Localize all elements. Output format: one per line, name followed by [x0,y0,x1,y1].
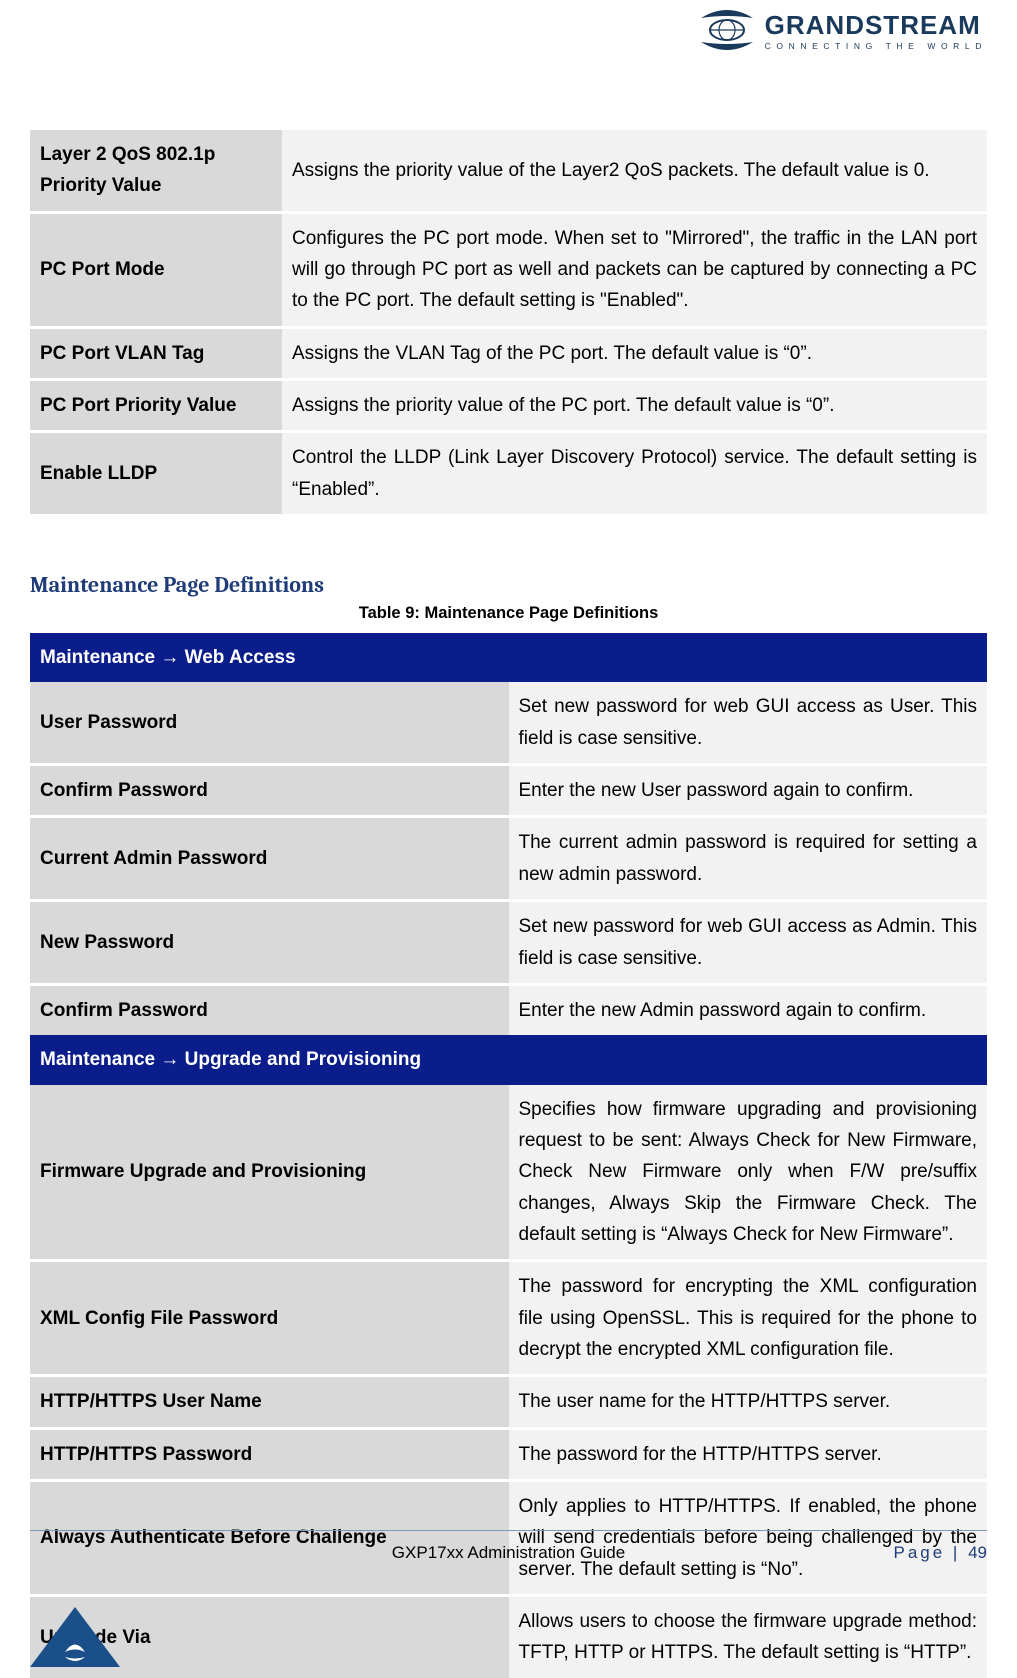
row-key: Layer 2 QoS 802.1p Priority Value [30,130,282,211]
row-key: HTTP/HTTPS User Name [30,1377,509,1426]
row-key: Firmware Upgrade and Provisioning [30,1085,509,1260]
row-key: User Password [30,682,509,763]
table-row: HTTP/HTTPS User Name The user name for t… [30,1377,987,1426]
row-key: Confirm Password [30,986,509,1035]
table-row: PC Port Mode Configures the PC port mode… [30,214,987,326]
row-key: Current Admin Password [30,818,509,899]
group-header-upgrade: Maintenance → Upgrade and Provisioning [30,1035,987,1084]
table-row: Upgrade Via Allows users to choose the f… [30,1597,987,1678]
table-row: PC Port Priority Value Assigns the prior… [30,381,987,430]
row-key: New Password [30,902,509,983]
arrow-right-icon: → [160,647,179,668]
group-header-web-access: Maintenance → Web Access [30,633,987,682]
table-row: HTTP/HTTPS Password The password for the… [30,1430,987,1479]
arrow-right-icon: → [160,1049,179,1070]
footer-page-number: Page | 49 [894,1543,988,1563]
brand-tagline: CONNECTING THE WORLD [765,41,987,51]
row-key: PC Port Mode [30,214,282,326]
table-row: Confirm Password Enter the new Admin pas… [30,986,987,1035]
row-key: Enable LLDP [30,433,282,514]
row-val: The password for the HTTP/HTTPS server. [509,1430,988,1479]
row-val: Allows users to choose the firmware upgr… [509,1597,988,1678]
table-row: Enable LLDP Control the LLDP (Link Layer… [30,433,987,514]
footer-divider [30,1530,987,1531]
row-key: PC Port Priority Value [30,381,282,430]
row-val: Control the LLDP (Link Layer Discovery P… [282,433,987,514]
table-row: Current Admin Password The current admin… [30,818,987,899]
table-caption: Table 9: Maintenance Page Definitions [30,604,987,623]
row-val: Assigns the priority value of the Layer2… [282,130,987,211]
row-val: Assigns the priority value of the PC por… [282,381,987,430]
table-row: Layer 2 QoS 802.1p Priority Value Assign… [30,130,987,211]
row-key: HTTP/HTTPS Password [30,1430,509,1479]
brand-logo: GRANDSTREAM CONNECTING THE WORLD [699,8,987,52]
logo-swoosh-icon [699,8,755,52]
row-val: Enter the new User password again to con… [509,766,988,815]
table-row: User Password Set new password for web G… [30,682,987,763]
row-key: XML Config File Password [30,1262,509,1374]
footer-doc-title: GXP17xx Administration Guide [392,1543,625,1563]
row-val: Configures the PC port mode. When set to… [282,214,987,326]
section-heading: Maintenance Page Definitions [30,572,987,598]
table-row: New Password Set new password for web GU… [30,902,987,983]
table-row: XML Config File Password The password fo… [30,1262,987,1374]
page-footer: GXP17xx Administration Guide Page | 49 [30,1530,987,1563]
row-val: Assigns the VLAN Tag of the PC port. The… [282,329,987,378]
row-val: The current admin password is required f… [509,818,988,899]
row-val: Set new password for web GUI access as A… [509,902,988,983]
row-val: Set new password for web GUI access as U… [509,682,988,763]
row-val: The user name for the HTTP/HTTPS server. [509,1377,988,1426]
table-row: Confirm Password Enter the new User pass… [30,766,987,815]
row-val: Enter the new Admin password again to co… [509,986,988,1035]
row-val: The password for encrypting the XML conf… [509,1262,988,1374]
row-key: Confirm Password [30,766,509,815]
row-key: PC Port VLAN Tag [30,329,282,378]
table-row: PC Port VLAN Tag Assigns the VLAN Tag of… [30,329,987,378]
brand-name: GRANDSTREAM [765,10,987,41]
row-val: Specifies how firmware upgrading and pro… [509,1085,988,1260]
table-row: Firmware Upgrade and Provisioning Specif… [30,1085,987,1260]
table-maintenance: Maintenance → Web Access User Password S… [30,633,987,1678]
table-network: Layer 2 QoS 802.1p Priority Value Assign… [30,130,987,514]
